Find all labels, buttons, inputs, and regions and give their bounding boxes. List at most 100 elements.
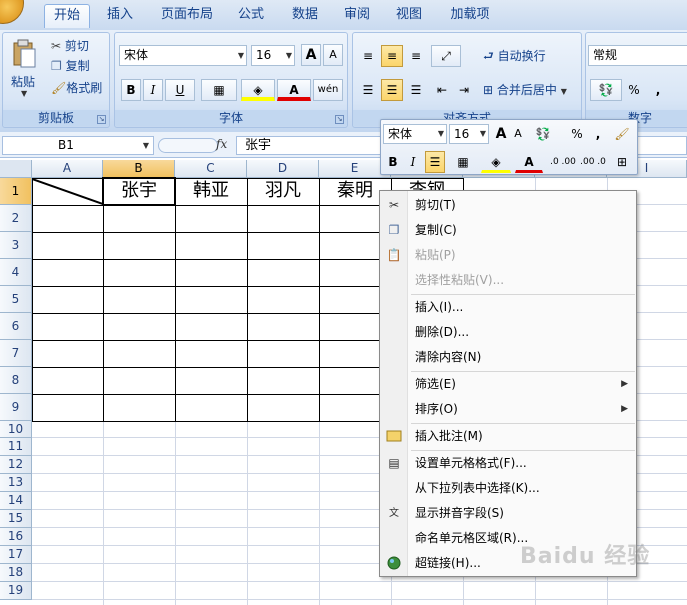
mini-fill-color-button[interactable]: ◈ xyxy=(481,151,511,173)
menu-item-paste-special[interactable]: 选择性粘贴(V)... xyxy=(380,269,636,292)
function-icon[interactable]: fx xyxy=(216,137,227,151)
cell-c1[interactable]: 韩亚 xyxy=(175,178,247,204)
cut-button[interactable]: ✂ 剪切 xyxy=(51,37,89,55)
orientation-button[interactable]: ⤢ xyxy=(431,45,461,67)
menu-item-show-phonetic[interactable]: 文 显示拼音字段(S) xyxy=(380,502,636,525)
cell-b6-box[interactable] xyxy=(103,313,176,341)
menu-item-pick-from-list[interactable]: 从下拉列表中选择(K)... xyxy=(380,477,636,500)
row-header-19[interactable]: 19 xyxy=(0,582,32,600)
row-header-16[interactable]: 16 xyxy=(0,528,32,546)
cell-d7-box[interactable] xyxy=(247,340,320,368)
column-header-a[interactable]: A xyxy=(32,160,103,178)
row-header-8[interactable]: 8 xyxy=(0,367,32,394)
cell-a8-box[interactable] xyxy=(32,367,104,395)
cell-a5-box[interactable] xyxy=(32,286,104,314)
cell-a6-box[interactable] xyxy=(32,313,104,341)
menu-item-filter[interactable]: 筛选(E) ▶ xyxy=(380,373,636,396)
cell-b2-box[interactable] xyxy=(103,205,176,233)
cell-c4-box[interactable] xyxy=(175,259,248,287)
mini-grow-font-button[interactable]: A xyxy=(493,123,509,145)
mini-borders-button[interactable]: ▦ xyxy=(449,151,477,173)
phonetic-button[interactable]: wén xyxy=(313,79,343,101)
cell-c7-box[interactable] xyxy=(175,340,248,368)
row-header-7[interactable]: 7 xyxy=(0,340,32,367)
font-family-combo[interactable]: 宋体 ▼ xyxy=(119,45,247,66)
row-header-1[interactable]: 1 xyxy=(0,178,32,205)
underline-button[interactable]: U xyxy=(165,79,195,101)
cell-b3-box[interactable] xyxy=(103,232,176,260)
row-header-12[interactable]: 12 xyxy=(0,456,32,474)
cell-b8-box[interactable] xyxy=(103,367,176,395)
row-header-9[interactable]: 9 xyxy=(0,394,32,421)
row-header-15[interactable]: 15 xyxy=(0,510,32,528)
menu-item-copy[interactable]: ❐ 复制(C) xyxy=(380,219,636,242)
cell-d8-box[interactable] xyxy=(247,367,320,395)
merge-center-button[interactable]: ⊞ 合并后居中 ▼ xyxy=(483,81,567,98)
mini-comma-button[interactable]: , xyxy=(591,123,605,145)
cell-d9-box[interactable] xyxy=(247,394,320,422)
font-launcher-icon[interactable]: ↘ xyxy=(335,115,344,124)
row-header-18[interactable]: 18 xyxy=(0,564,32,582)
row-header-2[interactable]: 2 xyxy=(0,205,32,232)
menu-item-format-cells[interactable]: ▤ 设置单元格格式(F)... xyxy=(380,452,636,475)
paste-button[interactable]: 粘贴 xyxy=(11,73,35,90)
mini-format-painter-button[interactable]: 🖌 xyxy=(611,123,633,145)
mini-size-combo[interactable]: 16 ▼ xyxy=(449,124,489,144)
align-left-button[interactable]: ☰ xyxy=(357,79,379,101)
office-button[interactable] xyxy=(0,0,24,24)
cell-a4-box[interactable] xyxy=(32,259,104,287)
row-header-3[interactable]: 3 xyxy=(0,232,32,259)
cell-d4-box[interactable] xyxy=(247,259,320,287)
cell-a9-box[interactable] xyxy=(32,394,104,422)
cell-d2-box[interactable] xyxy=(247,205,320,233)
align-center-button[interactable]: ☰ xyxy=(381,79,403,101)
mini-merge-button[interactable]: ⊞ xyxy=(611,151,633,173)
row-header-4[interactable]: 4 xyxy=(0,259,32,286)
comma-button[interactable]: , xyxy=(648,79,668,101)
mini-font-color-button[interactable]: A xyxy=(515,151,543,173)
cell-a7-box[interactable] xyxy=(32,340,104,368)
mini-increase-decimal-button[interactable]: .0 .00 xyxy=(549,151,577,173)
cell-c6-box[interactable] xyxy=(175,313,248,341)
grow-font-button[interactable]: A xyxy=(301,44,321,66)
italic-button[interactable]: I xyxy=(143,79,163,101)
mini-center-button[interactable]: ☰ xyxy=(425,151,445,173)
menu-item-sort[interactable]: 排序(O) ▶ xyxy=(380,398,636,421)
row-header-17[interactable]: 17 xyxy=(0,546,32,564)
name-box[interactable]: B1 ▼ xyxy=(2,136,154,155)
align-top-button[interactable]: ≡ xyxy=(357,45,379,67)
cell-c2-box[interactable] xyxy=(175,205,248,233)
cell-b7-box[interactable] xyxy=(103,340,176,368)
cell-b5-box[interactable] xyxy=(103,286,176,314)
cell-d1[interactable]: 羽凡 xyxy=(247,178,319,204)
format-painter-button[interactable]: 🖌格式刷 xyxy=(51,79,102,97)
tab-review[interactable]: 审阅 xyxy=(338,4,376,28)
tab-view[interactable]: 视图 xyxy=(390,4,428,28)
fill-color-button[interactable]: ◈ xyxy=(241,79,275,101)
decrease-indent-button[interactable]: ⇤ xyxy=(431,79,453,101)
row-header-6[interactable]: 6 xyxy=(0,313,32,340)
cell-d6-box[interactable] xyxy=(247,313,320,341)
select-all-corner[interactable] xyxy=(0,160,32,178)
cell-d3-box[interactable] xyxy=(247,232,320,260)
paste-icon[interactable] xyxy=(11,39,37,69)
align-bottom-button[interactable]: ≡ xyxy=(405,45,427,67)
font-size-combo[interactable]: 16 ▼ xyxy=(251,45,295,66)
mini-italic-button[interactable]: I xyxy=(404,151,422,173)
clipboard-launcher-icon[interactable]: ↘ xyxy=(97,115,106,124)
column-header-c[interactable]: C xyxy=(175,160,247,178)
cell-b4-box[interactable] xyxy=(103,259,176,287)
formula-bar-splitter[interactable] xyxy=(158,138,218,153)
paste-dropdown-arrow[interactable]: ▼ xyxy=(21,89,27,98)
number-format-combo[interactable]: 常规 xyxy=(588,45,687,66)
column-header-b[interactable]: B xyxy=(103,160,175,178)
mini-decrease-decimal-button[interactable]: .00 .0 xyxy=(579,151,607,173)
tab-data[interactable]: 数据 xyxy=(286,4,324,28)
menu-item-insert[interactable]: 插入(I)... xyxy=(380,296,636,319)
align-middle-button[interactable]: ≡ xyxy=(381,45,403,67)
row-header-11[interactable]: 11 xyxy=(0,438,32,456)
row-header-14[interactable]: 14 xyxy=(0,492,32,510)
shrink-font-button[interactable]: A xyxy=(323,44,343,66)
borders-button[interactable]: ▦ xyxy=(201,79,237,101)
tab-formulas[interactable]: 公式 xyxy=(232,4,270,28)
